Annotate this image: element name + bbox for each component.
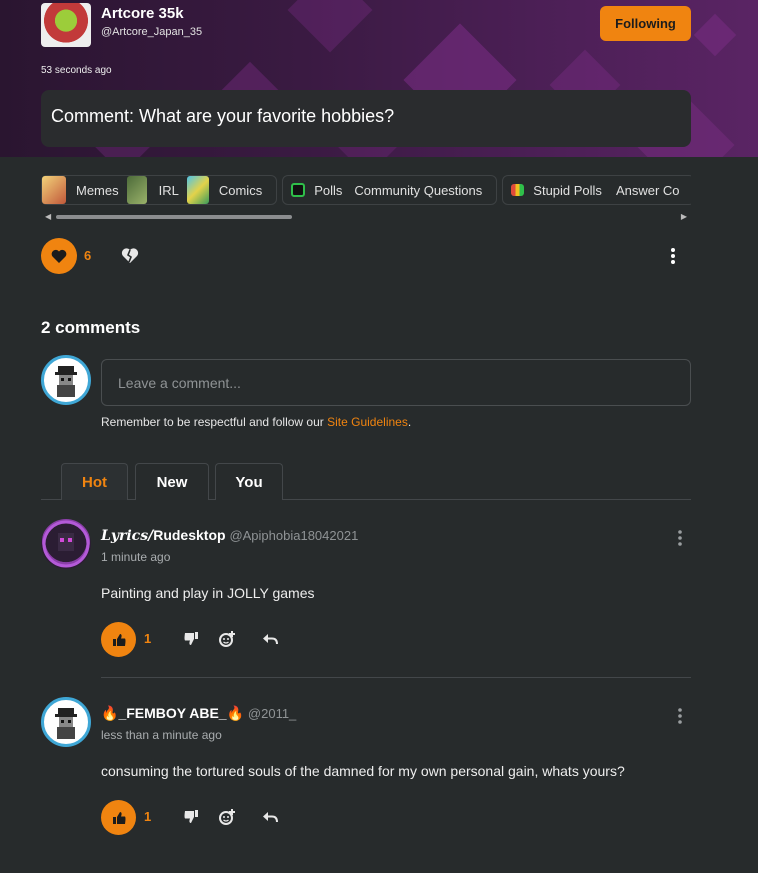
tab-hot[interactable]: Hot (61, 463, 128, 500)
tag-stupid-polls[interactable]: Stupid Polls (511, 176, 602, 204)
tag-label: Polls (314, 182, 343, 198)
comment-divider (101, 677, 691, 678)
post-timestamp: 53 seconds ago (41, 65, 112, 76)
comment-text: consuming the tortured souls of the damn… (101, 763, 625, 779)
comment-sort-tabs: Hot New You (41, 463, 691, 500)
tag-label: Community Questions (354, 182, 483, 198)
comment-item: 𝑳𝒚𝒓𝒊𝒄𝒔/Rudesktop @Apiphobia18042021 1 mi… (41, 519, 691, 659)
tag-community-questions[interactable]: Community Questions (354, 176, 482, 204)
tag-polls[interactable]: Polls (291, 176, 342, 204)
post-title-box: Comment: What are your favorite hobbies? (41, 90, 691, 147)
commenter-handle: @Apiphobia18042021 (229, 528, 359, 543)
comment-like-button[interactable] (101, 800, 136, 835)
tag-list: Memes IRL Comics Polls Community Questio… (41, 175, 691, 209)
post-header: Artcore 35k @Artcore_Japan_35 Following … (0, 0, 758, 157)
add-emoji-icon[interactable] (218, 808, 236, 826)
author-avatar[interactable] (41, 3, 91, 47)
tag-group: Polls Community Questions (282, 175, 498, 205)
tag-group: Memes IRL Comics (41, 175, 278, 205)
commenter-display-name: _FEMBOY ABE_🔥 (118, 705, 245, 721)
comment-like-button[interactable] (101, 622, 136, 657)
current-user-avatar (41, 355, 91, 405)
tag-memes[interactable]: Memes (42, 176, 119, 204)
comment-time: less than a minute ago (101, 728, 222, 742)
author-name[interactable]: Artcore 35k (101, 5, 184, 22)
commenter-name-prefix: 𝑳𝒚𝒓𝒊𝒄𝒔/ (101, 528, 154, 544)
tab-you[interactable]: You (215, 463, 283, 500)
memes-icon (42, 176, 66, 204)
commenter-name-prefix: 🔥 (101, 705, 119, 721)
scroll-thumb[interactable] (56, 215, 292, 219)
comment-text: Painting and play in JOLLY games (101, 585, 315, 601)
comment-more-icon[interactable] (674, 529, 686, 547)
tag-label: IRL (158, 182, 179, 198)
thumbs-down-icon[interactable] (181, 630, 199, 648)
commenter-name[interactable]: 𝑳𝒚𝒓𝒊𝒄𝒔/Rudesktop @Apiphobia18042021 (101, 527, 358, 544)
tag-answer[interactable]: Answer Co (616, 176, 680, 204)
tag-label: Answer Co (615, 182, 680, 198)
author-handle[interactable]: @Artcore_Japan_35 (101, 26, 202, 38)
guidelines-end: . (407, 415, 412, 429)
scroll-right-icon[interactable]: ▶ (681, 212, 687, 221)
thumbs-up-icon (112, 811, 125, 824)
commenter-name[interactable]: 🔥_FEMBOY ABE_🔥 @2011_ (101, 705, 296, 722)
tag-label: Memes (76, 182, 119, 198)
comment-input[interactable] (101, 359, 691, 406)
reply-icon[interactable] (261, 630, 279, 648)
tag-label: Stupid Polls (533, 182, 602, 198)
commenter-avatar[interactable] (41, 519, 91, 569)
following-button[interactable]: Following (600, 6, 691, 41)
tag-group: Stupid Polls Answer Co (502, 175, 691, 205)
comment-time: 1 minute ago (101, 550, 171, 564)
heart-icon (51, 249, 67, 263)
thumbs-down-icon[interactable] (181, 808, 199, 826)
site-guidelines-link[interactable]: Site Guidelines (327, 415, 408, 429)
commenter-display-name: Rudesktop (153, 527, 226, 543)
tags-scrollbar[interactable]: ◀ ▶ (41, 212, 691, 222)
irl-icon (126, 176, 147, 204)
comment-like-count: 1 (144, 809, 152, 824)
tag-comics[interactable]: Comics (186, 176, 263, 204)
commenter-avatar[interactable] (41, 697, 91, 747)
scroll-left-icon[interactable]: ◀ (45, 212, 51, 221)
tag-label: Comics (218, 182, 263, 198)
guidelines-notice: Remember to be respectful and follow our… (101, 415, 411, 429)
commenter-handle: @2011_ (247, 706, 297, 721)
thumbs-up-icon (112, 633, 125, 646)
more-options-icon[interactable] (664, 246, 682, 266)
tag-irl[interactable]: IRL (126, 176, 179, 204)
comment-like-count: 1 (144, 631, 152, 646)
polls-icon (291, 183, 306, 197)
tab-new[interactable]: New (135, 463, 209, 500)
post-like-button[interactable] (41, 238, 77, 274)
post-like-count: 6 (84, 248, 92, 263)
comics-icon (186, 176, 209, 204)
guidelines-text: Remember to be respectful and follow our (101, 415, 328, 429)
comments-count-title: 2 comments (41, 318, 141, 337)
reply-icon[interactable] (261, 808, 279, 826)
comment-more-icon[interactable] (674, 707, 686, 725)
broken-heart-icon[interactable] (120, 246, 140, 266)
stupid-polls-icon (511, 184, 525, 196)
add-emoji-icon[interactable] (218, 630, 236, 648)
post-title: Comment: What are your favorite hobbies? (51, 106, 395, 126)
comment-item: 🔥_FEMBOY ABE_🔥 @2011_ less than a minute… (41, 697, 691, 837)
